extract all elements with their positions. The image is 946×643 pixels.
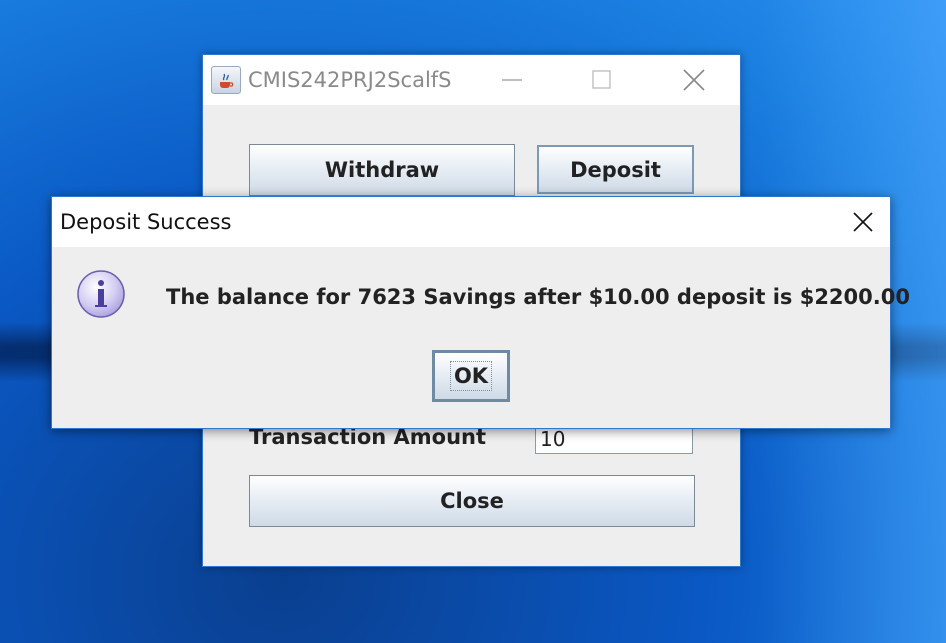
dialog-close-button[interactable] bbox=[836, 197, 890, 247]
ok-button-label: OK bbox=[449, 361, 493, 391]
java-icon bbox=[211, 66, 241, 94]
window-title: CMIS242PRJ2ScalfS bbox=[248, 68, 452, 92]
window-close-button[interactable] bbox=[671, 55, 717, 105]
maximize-icon bbox=[592, 70, 611, 89]
minimize-button[interactable] bbox=[489, 55, 535, 105]
close-button[interactable]: Close bbox=[249, 475, 695, 527]
withdraw-button[interactable]: Withdraw bbox=[249, 144, 515, 196]
ok-button[interactable]: OK bbox=[432, 350, 510, 402]
maximize-button[interactable] bbox=[579, 55, 625, 105]
info-icon bbox=[77, 270, 125, 318]
minimize-icon bbox=[502, 79, 522, 81]
close-icon bbox=[853, 212, 873, 232]
dialog-title: Deposit Success bbox=[60, 210, 232, 234]
dialog-message: The balance for 7623 Savings after $10.0… bbox=[166, 285, 910, 309]
deposit-button[interactable]: Deposit bbox=[537, 145, 694, 194]
deposit-success-dialog: Deposit Success The balance for 7623 Sav… bbox=[51, 196, 910, 429]
close-icon bbox=[683, 69, 705, 91]
main-titlebar[interactable]: CMIS242PRJ2ScalfS bbox=[203, 55, 740, 105]
dialog-titlebar[interactable]: Deposit Success bbox=[52, 197, 890, 247]
